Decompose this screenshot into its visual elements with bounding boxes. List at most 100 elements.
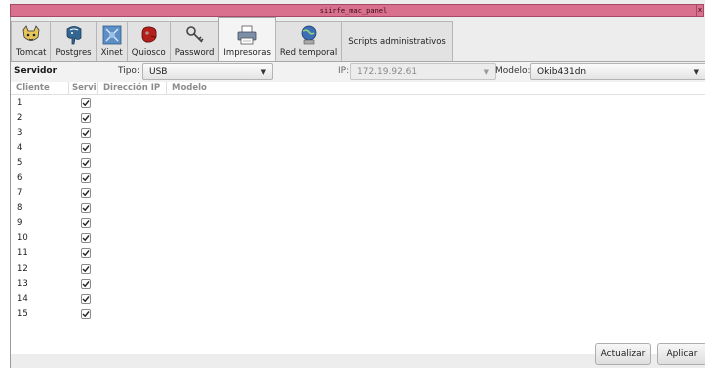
tab-label: Xinet xyxy=(100,48,123,58)
actualizar-button[interactable]: Actualizar xyxy=(595,343,651,365)
table-row[interactable]: 11 xyxy=(11,246,705,261)
ip-combo[interactable]: 172.19.92.61 ▼ xyxy=(350,63,496,80)
table-row[interactable]: 14 xyxy=(11,291,705,306)
tab-password[interactable]: Password xyxy=(169,21,220,61)
column-header-direccion-ip[interactable]: Dirección IP xyxy=(98,82,167,94)
cliente-cell: 7 xyxy=(17,188,23,199)
checkmark-icon xyxy=(82,235,90,242)
checkmark-icon xyxy=(82,280,90,287)
checkmark-icon xyxy=(82,250,90,257)
tab-label: Red temporal xyxy=(279,48,338,58)
printer-icon xyxy=(237,25,257,45)
table-row[interactable]: 9 xyxy=(11,216,705,231)
cliente-cell: 13 xyxy=(17,278,28,289)
close-icon[interactable]: x xyxy=(696,4,704,17)
servicio-checkbox[interactable] xyxy=(80,173,91,184)
servicio-checkbox[interactable] xyxy=(80,278,91,289)
servicio-checkbox[interactable] xyxy=(80,157,91,168)
table-row[interactable]: 15 xyxy=(11,306,705,321)
table-row[interactable]: 8 xyxy=(11,201,705,216)
servicio-checkbox[interactable] xyxy=(80,263,91,274)
servicio-cell xyxy=(69,263,98,274)
cliente-cell: 6 xyxy=(17,173,23,184)
modelo-value: Okib431dn xyxy=(537,66,587,77)
keys-icon xyxy=(185,26,204,43)
servicio-checkbox[interactable] xyxy=(80,218,91,229)
tab-label: Postgres xyxy=(55,48,92,58)
servicio-checkbox[interactable] xyxy=(80,188,91,199)
servicio-cell xyxy=(69,97,98,108)
checkmark-icon xyxy=(82,114,90,121)
cliente-cell: 8 xyxy=(17,203,23,214)
main-window: Tomcat Postgres Xinet Quiosco Password I… xyxy=(10,17,705,368)
table-row[interactable]: 2 xyxy=(11,110,705,125)
tab-impresoras[interactable]: Impresoras xyxy=(218,17,276,61)
xinet-icon xyxy=(102,25,122,45)
cliente-cell: 15 xyxy=(17,308,28,319)
column-header-servicio[interactable]: Servi xyxy=(69,82,98,94)
servicio-checkbox[interactable] xyxy=(80,233,91,244)
column-header-cliente[interactable]: Cliente xyxy=(11,82,69,94)
table-row[interactable]: 1 xyxy=(11,95,705,110)
tab-tomcat[interactable]: Tomcat xyxy=(11,21,52,61)
table-row[interactable]: 12 xyxy=(11,261,705,276)
cliente-cell: 12 xyxy=(17,263,28,274)
table-row[interactable]: 6 xyxy=(11,170,705,185)
checkmark-icon xyxy=(82,205,90,212)
tab-red-temporal[interactable]: Red temporal xyxy=(274,21,343,61)
chevron-down-icon: ▼ xyxy=(483,67,489,76)
table-row[interactable]: 10 xyxy=(11,231,705,246)
modelo-label: Modelo: xyxy=(495,66,531,76)
modelo-select[interactable]: Okib431dn ▼ xyxy=(530,63,705,80)
tab-label: Impresoras xyxy=(223,48,271,58)
desktop-edge xyxy=(0,0,10,368)
cliente-cell: 1 xyxy=(17,97,23,108)
servicio-checkbox[interactable] xyxy=(80,203,91,214)
checkmark-icon xyxy=(82,295,90,303)
cliente-cell: 3 xyxy=(17,127,23,138)
servicio-checkbox[interactable] xyxy=(80,127,91,138)
servicio-cell xyxy=(69,127,98,138)
column-header-modelo[interactable]: Modelo xyxy=(167,82,705,94)
tab-label: Tomcat xyxy=(16,48,47,58)
table-row[interactable]: 5 xyxy=(11,155,705,170)
servicio-checkbox[interactable] xyxy=(80,142,91,153)
checkmark-icon xyxy=(82,159,90,167)
table-row[interactable]: 4 xyxy=(11,140,705,155)
tab-xinet[interactable]: Xinet xyxy=(95,21,128,61)
cliente-cell: 4 xyxy=(17,142,23,153)
aplicar-button[interactable]: Aplicar xyxy=(657,343,705,365)
cliente-cell: 2 xyxy=(17,112,23,123)
servidor-label: Servidor xyxy=(14,66,58,76)
tab-quiosco[interactable]: Quiosco xyxy=(126,21,171,61)
ip-label: IP: xyxy=(338,66,350,76)
network-globe-icon xyxy=(301,25,316,45)
cliente-cell: 10 xyxy=(17,233,28,244)
cliente-cell: 11 xyxy=(17,248,28,259)
chevron-down-icon: ▼ xyxy=(260,67,266,76)
checkmark-icon xyxy=(82,144,90,152)
checkmark-icon xyxy=(82,175,90,182)
servicio-checkbox[interactable] xyxy=(80,308,91,319)
cliente-cell: 9 xyxy=(17,218,23,229)
chevron-down-icon: ▼ xyxy=(693,67,699,76)
servicio-checkbox[interactable] xyxy=(80,112,91,123)
table-row[interactable]: 7 xyxy=(11,186,705,201)
servicio-checkbox[interactable] xyxy=(80,248,91,259)
servicio-cell xyxy=(69,233,98,244)
cliente-cell: 5 xyxy=(17,157,23,168)
servicio-cell xyxy=(69,218,98,229)
table-row[interactable]: 3 xyxy=(11,125,705,140)
table-row[interactable]: 13 xyxy=(11,276,705,291)
tab-postgres[interactable]: Postgres xyxy=(50,21,97,61)
servicio-checkbox[interactable] xyxy=(80,97,91,108)
window-title: siirfe_mac_panel xyxy=(319,6,388,15)
checkmark-icon xyxy=(82,310,90,318)
servicio-checkbox[interactable] xyxy=(80,293,91,304)
tipo-label: Tipo: xyxy=(118,66,140,76)
table-body: 1 2 3 4 5 6 7 8 9 10 11 12 13 14 15 xyxy=(11,95,705,321)
window-titlebar[interactable]: siirfe_mac_panel x xyxy=(10,4,704,17)
tab-scripts-administrativos[interactable]: Scripts administrativos xyxy=(341,21,453,61)
postgres-elephant-icon xyxy=(66,26,81,45)
tipo-select[interactable]: USB ▼ xyxy=(142,63,273,80)
